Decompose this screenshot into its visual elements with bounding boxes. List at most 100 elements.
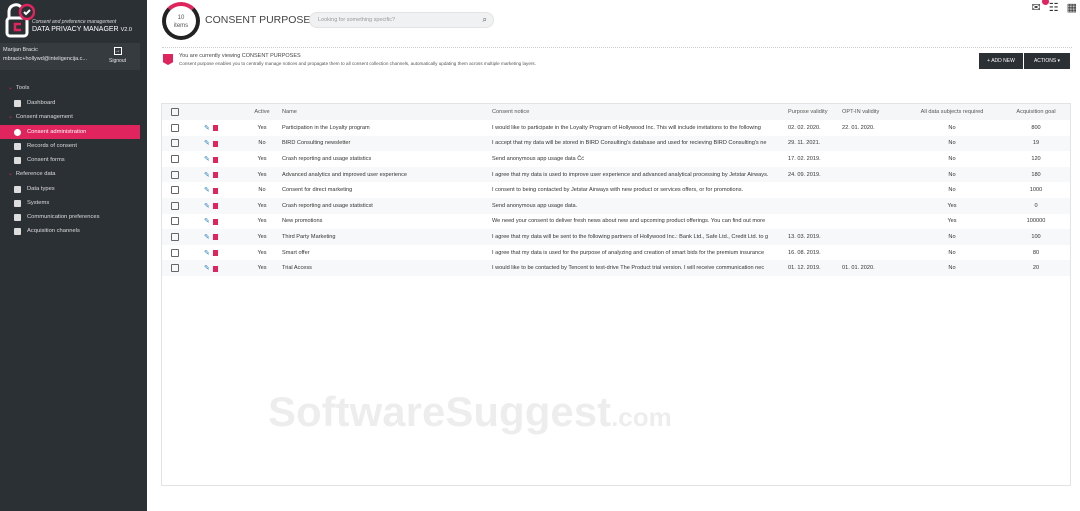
table-cell: Third Party Marketing <box>282 229 492 245</box>
settings-sliders-icon[interactable]: ☷ <box>1049 1 1059 14</box>
nav-section[interactable]: ⌄ Reference data <box>0 167 140 182</box>
table-cell: No <box>948 249 956 256</box>
table-cell: 1000 <box>1029 187 1043 194</box>
table-cell: Yes <box>257 124 267 131</box>
column-header[interactable]: Purpose validity <box>788 104 842 120</box>
table-cell: New promotions <box>282 218 323 225</box>
app-version: V2.0 <box>120 27 132 33</box>
row-checkbox[interactable] <box>171 217 179 226</box>
column-header[interactable]: OPT-IN validity <box>842 104 902 120</box>
table-cell: No <box>948 124 956 131</box>
edit-pencil-icon[interactable]: ✎ <box>204 218 210 225</box>
item-count-label: items <box>173 23 189 29</box>
table-cell: Yes <box>242 229 282 245</box>
row-checkbox[interactable] <box>171 232 179 241</box>
column-header[interactable]: All data subjects required <box>902 104 1002 120</box>
sidebar: Consent and preference management DATA P… <box>0 0 147 511</box>
add-new-button[interactable]: + ADD NEW <box>979 53 1023 69</box>
delete-trash-icon[interactable] <box>212 234 218 241</box>
apps-grid-icon[interactable]: ▦ <box>1067 1 1077 14</box>
sidebar-item[interactable]: Consent administration <box>0 125 140 139</box>
row-checkbox[interactable] <box>171 201 179 210</box>
delete-trash-icon[interactable] <box>212 218 218 225</box>
table-cell: 29. 11. 2021. <box>788 135 842 152</box>
edit-pencil-icon[interactable]: ✎ <box>204 172 210 179</box>
nav-section[interactable]: ⌄ Tools <box>0 81 140 96</box>
table-row[interactable]: ✎ Yes New promotions We need your consent t… <box>162 214 1070 230</box>
table-row[interactable]: ✎ Yes Advanced analytics and improved user… <box>162 166 1070 183</box>
table-row[interactable]: ✎ No Consent for direct marketing I consent… <box>162 182 1070 198</box>
table-row[interactable]: ✎ Yes Crash reporting and usage statistics… <box>162 151 1070 167</box>
sidebar-item[interactable]: Data types <box>0 182 140 196</box>
row-select-cell <box>162 182 196 198</box>
table-row[interactable]: ✎ Yes Third Party Marketing I agree that my… <box>162 229 1070 245</box>
delete-trash-icon[interactable] <box>212 140 218 147</box>
row-select-cell <box>162 197 196 214</box>
row-checkbox[interactable] <box>171 123 179 132</box>
column-header[interactable]: Active <box>242 104 282 120</box>
table-cell <box>842 166 902 183</box>
column-header[interactable]: Acquisition goal <box>1002 104 1070 120</box>
table-row[interactable]: ✎ Yes Smart offer I agree that my data is u… <box>162 245 1070 261</box>
delete-trash-icon[interactable] <box>212 156 218 163</box>
row-checkbox[interactable] <box>171 248 179 257</box>
sidebar-item[interactable]: Consent forms <box>0 153 140 167</box>
search-icon[interactable]: ⌕ <box>483 15 487 25</box>
table-row[interactable]: ✎ Yes Crash reporting and usage statistics… <box>162 197 1070 214</box>
row-select-cell <box>162 214 196 230</box>
table-cell: 100000 <box>1026 218 1046 225</box>
column-header[interactable]: Consent notice <box>492 104 788 120</box>
table-cell: 22. 01. 2020. <box>842 124 875 131</box>
row-checkbox[interactable] <box>171 170 179 179</box>
table-cell: No <box>902 135 1002 152</box>
edit-pencil-icon[interactable]: ✎ <box>204 125 210 132</box>
row-checkbox[interactable] <box>171 186 179 195</box>
edit-pencil-icon[interactable]: ✎ <box>204 156 210 163</box>
delete-trash-icon[interactable] <box>212 125 218 132</box>
edit-pencil-icon[interactable]: ✎ <box>204 265 210 272</box>
column-header[interactable]: Name <box>282 104 492 120</box>
select-all-checkbox[interactable] <box>171 108 179 116</box>
table-row[interactable]: ✎ Yes Trial Access I would like to be conta… <box>162 260 1070 276</box>
sidebar-item[interactable]: Systems <box>0 196 140 210</box>
sidebar-item-label: Systems <box>27 200 50 206</box>
delete-trash-icon[interactable] <box>212 250 218 257</box>
row-checkbox[interactable] <box>171 264 179 273</box>
sidebar-item[interactable]: Records of consent <box>0 139 140 153</box>
edit-pencil-icon[interactable]: ✎ <box>204 203 210 210</box>
table-cell: I accept that my data will be stored in … <box>492 135 788 152</box>
mail-icon[interactable]: ✉ <box>1032 0 1049 14</box>
edit-pencil-icon[interactable]: ✎ <box>204 140 210 147</box>
delete-trash-icon[interactable] <box>212 187 218 194</box>
table-row[interactable]: ✎ Yes Participation in the Loyalty program… <box>162 120 1070 136</box>
sidebar-item[interactable]: Acquisition channels <box>0 224 140 238</box>
edit-pencil-icon[interactable]: ✎ <box>204 250 210 257</box>
table-cell: Yes <box>242 260 282 276</box>
chevron-down-icon: ⌄ <box>8 85 13 91</box>
top-icons: ✉ ☷ ▦ <box>1032 0 1077 14</box>
search-input[interactable]: Looking for something specific? ⌕ <box>309 12 494 28</box>
row-actions-cell: ✎ <box>196 229 242 245</box>
table-cell <box>842 135 902 152</box>
sidebar-item[interactable]: Communication preferences <box>0 210 140 224</box>
table-row[interactable]: ✎ No BIRD Consulting newsletter I accept th… <box>162 135 1070 152</box>
delete-trash-icon[interactable] <box>212 203 218 210</box>
delete-trash-icon[interactable] <box>212 265 218 272</box>
sidebar-item[interactable]: Dashboard <box>0 96 140 110</box>
row-checkbox[interactable] <box>171 139 179 148</box>
edit-pencil-icon[interactable]: ✎ <box>204 234 210 241</box>
item-counter: 10 items <box>162 2 200 40</box>
row-checkbox[interactable] <box>171 154 179 163</box>
actions-button[interactable]: ACTIONS ▾ <box>1024 53 1070 69</box>
row-select-cell <box>162 166 196 183</box>
table-cell: 100 <box>1002 229 1070 245</box>
app-name-text: DATA PRIVACY MANAGER <box>32 26 119 33</box>
table-cell <box>842 245 902 261</box>
row-actions-cell: ✎ <box>196 135 242 152</box>
table-cell: Consent for direct marketing <box>282 187 353 194</box>
warning-icon <box>14 185 21 193</box>
nav-section[interactable]: ⌄ Consent management <box>0 110 140 125</box>
edit-pencil-icon[interactable]: ✎ <box>204 187 210 194</box>
delete-trash-icon[interactable] <box>212 172 218 179</box>
signout-button[interactable]: → Signout <box>109 47 126 64</box>
